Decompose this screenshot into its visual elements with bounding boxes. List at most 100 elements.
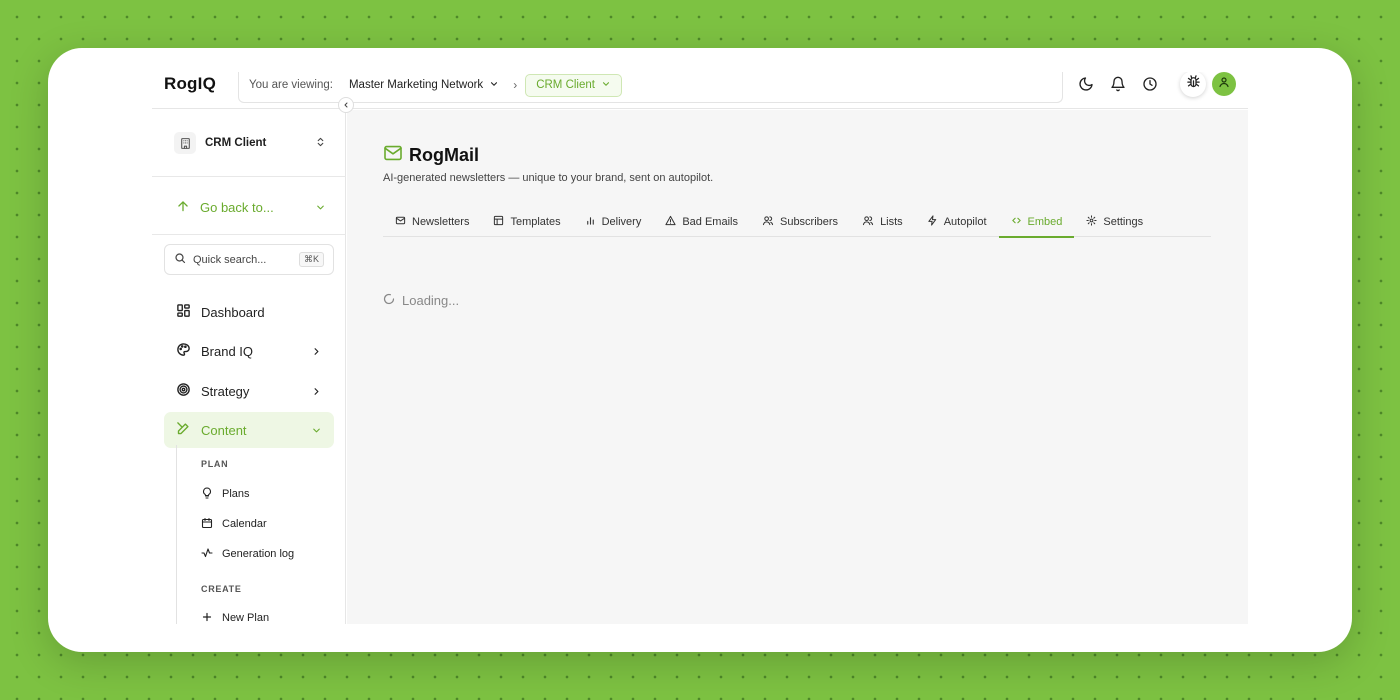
chevron-right-icon: [311, 385, 322, 400]
logo[interactable]: RogIQ: [164, 74, 216, 94]
page-header: RogMail: [383, 145, 479, 166]
sidebar-item-label: Content: [201, 422, 247, 438]
window-card: RogIQ You are viewing: Master Marketing …: [48, 48, 1352, 652]
sidebar-subitem-new-plan[interactable]: New Plan: [201, 610, 269, 624]
tab-templates[interactable]: Templates: [481, 206, 572, 237]
tab-label: Embed: [1027, 215, 1063, 228]
client-select[interactable]: CRM Client: [525, 73, 622, 97]
users-icon: [862, 215, 874, 229]
sidebar-item-dashboard[interactable]: Dashboard: [164, 294, 334, 330]
header-actions: [1078, 72, 1236, 97]
sidebar-item-label: Brand IQ: [201, 343, 254, 359]
tab-label: Autopilot: [943, 215, 987, 228]
palette-icon: [176, 342, 191, 360]
tab-autopilot[interactable]: Autopilot: [915, 206, 999, 237]
sidebar-item-content[interactable]: Content: [164, 412, 334, 448]
dashboard-icon: [176, 303, 191, 321]
chevron-down-icon: [311, 424, 322, 439]
tab-bar: Newsletters Templates Delivery Bad Email…: [383, 206, 1211, 238]
tab-label: Bad Emails: [682, 215, 738, 228]
bar-chart-icon: [585, 215, 596, 229]
tab-label: Settings: [1103, 215, 1144, 228]
loading-indicator: Loading...: [383, 293, 459, 308]
tab-delivery[interactable]: Delivery: [573, 206, 654, 237]
search-icon: [174, 252, 186, 267]
tab-newsletters[interactable]: Newsletters: [383, 206, 481, 237]
page-title: RogMail: [409, 145, 479, 165]
mail-icon: [395, 215, 406, 229]
target-icon: [176, 382, 191, 400]
sidebar-subitem-calendar[interactable]: Calendar: [201, 516, 267, 532]
top-header: RogIQ You are viewing: Master Marketing …: [152, 72, 1248, 109]
zap-icon: [927, 214, 938, 229]
building-icon: [174, 132, 196, 154]
chevron-down-icon: [315, 201, 326, 216]
go-back-dropdown[interactable]: Go back to...: [176, 196, 326, 218]
gear-icon: [1086, 214, 1097, 229]
tab-label: Newsletters: [412, 215, 470, 228]
go-back-label: Go back to...: [200, 199, 274, 215]
activity-icon: [201, 547, 213, 562]
tab-embed[interactable]: Embed: [998, 206, 1075, 238]
sidebar-divider: [152, 234, 346, 235]
collapse-sidebar-button[interactable]: [338, 97, 354, 113]
users-icon: [762, 215, 774, 229]
moon-icon[interactable]: [1078, 76, 1094, 92]
tab-label: Subscribers: [779, 215, 839, 228]
sidebar-item-strategy[interactable]: Strategy: [164, 373, 334, 409]
sidebar-subitem-label: Generation log: [222, 548, 295, 560]
warning-icon: [665, 215, 676, 229]
breadcrumb-separator: ›: [513, 78, 518, 92]
tab-lists[interactable]: Lists: [850, 206, 915, 237]
sidebar-item-label: Strategy: [201, 383, 250, 399]
page-subtitle: AI-generated newsletters — unique to you…: [383, 172, 714, 184]
sidebar-divider: [152, 176, 346, 177]
calendar-icon: [201, 517, 213, 532]
clock-icon[interactable]: [1142, 76, 1158, 92]
tab-settings[interactable]: Settings: [1074, 206, 1155, 237]
spinner-icon: [383, 293, 395, 308]
bug-icon: [1186, 74, 1201, 94]
chevrons-up-down-icon: [315, 136, 326, 151]
tab-bad-emails[interactable]: Bad Emails: [653, 206, 750, 237]
client-name: CRM Client: [536, 79, 595, 91]
quick-search-input[interactable]: Quick search... ⌘K: [164, 244, 334, 275]
tab-label: Delivery: [601, 215, 642, 228]
search-placeholder: Quick search...: [193, 253, 267, 266]
tab-label: Templates: [510, 215, 561, 228]
arrow-up-icon: [176, 199, 190, 216]
pen-icon: [176, 421, 191, 439]
sidebar-subitem-label: New Plan: [222, 612, 270, 624]
network-name: Master Marketing Network: [348, 79, 484, 91]
client-switcher-label: CRM Client: [205, 137, 267, 149]
sidebar-item-label: Dashboard: [201, 304, 265, 320]
sidebar-subitem-generation-log[interactable]: Generation log: [201, 546, 294, 562]
viewing-label: You are viewing:: [249, 79, 333, 91]
chevron-down-icon: [601, 79, 611, 92]
mail-icon: [383, 145, 403, 166]
subtree-line: [176, 445, 177, 624]
avatar[interactable]: [1212, 72, 1236, 96]
app-frame: RogIQ You are viewing: Master Marketing …: [152, 72, 1248, 624]
bug-report-button[interactable]: [1180, 72, 1206, 97]
template-icon: [493, 215, 504, 229]
network-select[interactable]: Master Marketing Network: [349, 79, 499, 92]
client-switcher[interactable]: CRM Client: [174, 130, 326, 156]
tab-label: Lists: [880, 215, 903, 228]
plus-icon: [201, 611, 213, 625]
bell-icon[interactable]: [1110, 76, 1126, 92]
sidebar-subitem-plans[interactable]: Plans: [201, 486, 250, 502]
chevron-down-icon: [489, 79, 499, 92]
tab-subscribers[interactable]: Subscribers: [750, 206, 850, 237]
sidebar-item-brand-iq[interactable]: Brand IQ: [164, 333, 334, 369]
main-content: RogMail AI-generated newsletters — uniqu…: [347, 110, 1248, 624]
section-label-create: CREATE: [201, 584, 242, 594]
sidebar-subitem-label: Calendar: [222, 518, 267, 530]
section-label-plan: PLAN: [201, 459, 229, 469]
sidebar: CRM Client Go back to... Quick search...…: [152, 110, 346, 624]
viewing-bar: You are viewing: Master Marketing Networ…: [238, 72, 1063, 103]
lightbulb-icon: [201, 486, 213, 502]
chevron-left-icon: [342, 96, 350, 114]
sidebar-subitem-label: Plans: [222, 488, 250, 500]
chevron-right-icon: [311, 345, 322, 360]
